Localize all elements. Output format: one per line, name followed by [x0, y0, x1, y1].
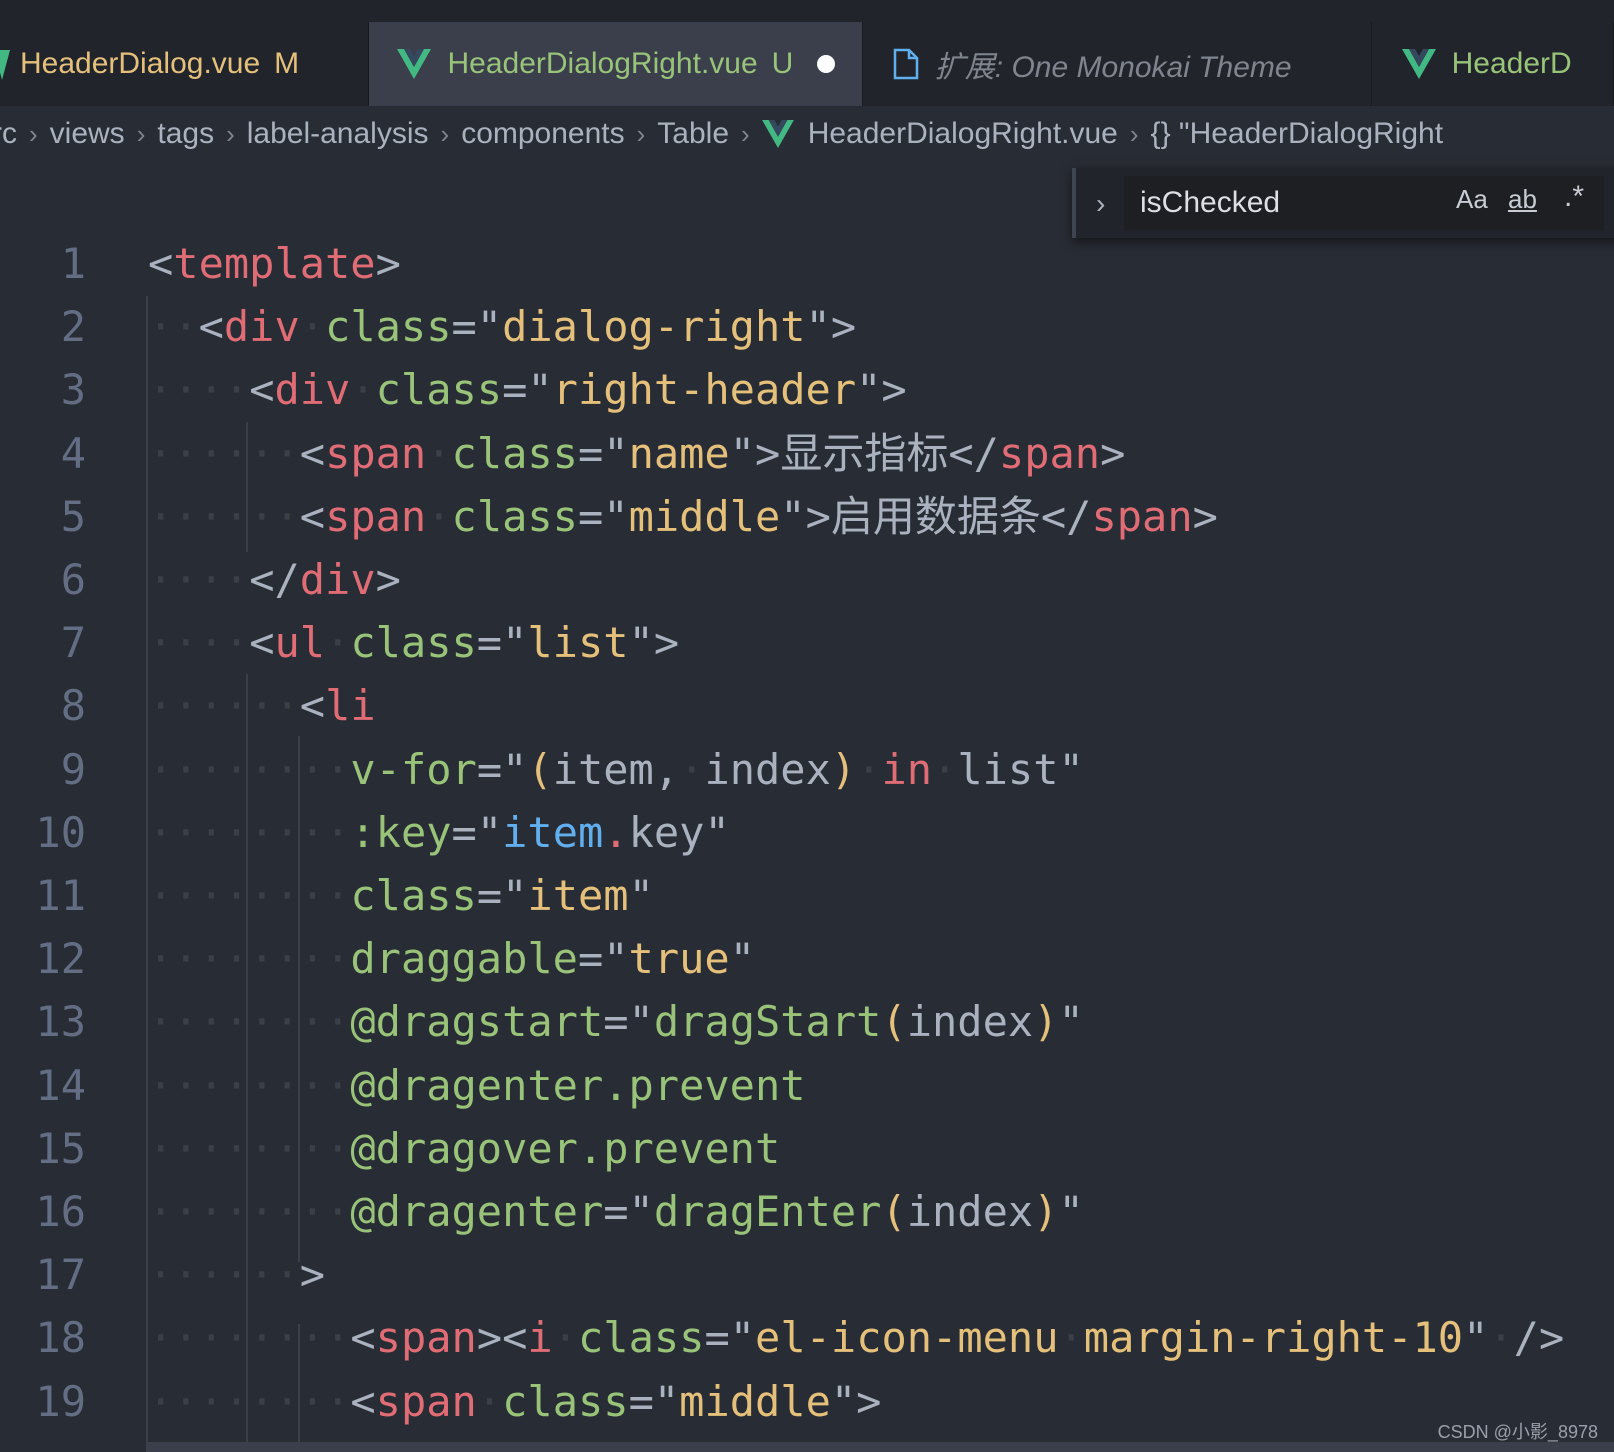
code-text: ········draggable="true" [148, 934, 755, 984]
line-number: 18 [35, 1313, 86, 1363]
line-number: 1 [60, 239, 86, 288]
code-text: ········@dragstart="dragStart(index)" [148, 997, 1084, 1047]
editor-window: HeaderDialog.vue M HeaderDialogRight.vue… [0, 0, 1614, 1452]
watermark: CSDN @小影_8978 [1437, 1422, 1598, 1442]
vue-icon [397, 49, 432, 79]
match-whole-word-toggle[interactable]: ab [1508, 184, 1537, 215]
chevron-right-icon: › [1129, 118, 1139, 149]
chevron-right-icon[interactable]: › [1096, 188, 1105, 220]
breadcrumb-item[interactable]: views [50, 117, 125, 151]
line-number: 9 [60, 744, 86, 794]
vue-icon [1401, 49, 1436, 79]
line-number: 4 [60, 428, 86, 478]
line-number: 3 [60, 365, 86, 415]
line-number: 17 [35, 1250, 86, 1300]
line-number: 12 [35, 934, 86, 984]
code-text: ····<ul·class="list"> [148, 618, 680, 668]
vue-icon [0, 50, 10, 80]
code-text: ······<span·class="middle">启用数据条</span> [148, 491, 1218, 541]
line-number: 2 [60, 302, 86, 352]
code-text: ········@dragover.prevent [148, 1123, 781, 1173]
breadcrumb-item[interactable]: {} "HeaderDialogRight [1151, 117, 1444, 151]
breadcrumb-item[interactable]: rc [0, 117, 17, 151]
match-case-toggle[interactable]: Aa [1456, 184, 1488, 215]
chevron-right-icon: › [440, 118, 450, 149]
unsaved-dot-icon[interactable] [817, 55, 836, 73]
tab-status-modified: M [274, 47, 300, 80]
code-text: ········@dragenter="dragEnter(index)" [148, 1187, 1084, 1236]
code-text: ········<span><i·class="el-icon-menu·mar… [148, 1313, 1565, 1363]
line-number: 14 [35, 1060, 86, 1110]
line-number: 7 [60, 618, 86, 668]
code-editor[interactable]: 1 <template> 2 ··<div·class="dialog-right">… [0, 239, 1614, 1452]
tab-bar: HeaderDialog.vue M HeaderDialogRight.vue… [0, 22, 1614, 106]
code-text: ····</div> [148, 555, 401, 604]
line-number: 8 [60, 681, 86, 731]
code-text: ······<li [148, 681, 376, 731]
vue-icon [761, 120, 794, 148]
code-text: ········<span·class="middle"> [148, 1376, 882, 1426]
title-strip [0, 0, 1614, 22]
breadcrumb-item[interactable]: tags [157, 117, 214, 151]
chevron-right-icon: › [741, 118, 750, 149]
chevron-right-icon: › [29, 118, 38, 149]
code-text: ··<div·class="dialog-right"> [148, 302, 857, 352]
horizontal-scrollbar[interactable] [146, 1442, 1614, 1452]
line-number: 15 [35, 1123, 86, 1173]
line-number: 5 [60, 491, 86, 541]
chevron-right-icon: › [136, 118, 146, 149]
code-text: ······<span·class="name">显示指标</span> [148, 428, 1126, 478]
code-text: ····<div·class="right-header"> [148, 365, 907, 415]
chevron-right-icon: › [636, 118, 646, 149]
tab-status-untracked: U [771, 47, 794, 80]
line-number: 10 [35, 807, 86, 857]
line-number: 16 [35, 1187, 86, 1236]
tab-header-dialog-right[interactable]: HeaderDialogRight.vue U [369, 22, 863, 106]
tab-label: HeaderDialog.vue [20, 47, 261, 80]
tab-label: 扩展: One Monokai Theme [934, 51, 1292, 84]
breadcrumb-item[interactable]: Table [657, 117, 729, 151]
file-icon [893, 48, 919, 80]
breadcrumb: rc › views › tags › label-analysis › com… [0, 110, 1443, 158]
breadcrumb-item[interactable]: HeaderDialogRight.vue [808, 117, 1118, 151]
code-text: ······> [148, 1250, 326, 1300]
code-text: ········@dragenter.prevent [148, 1060, 806, 1110]
use-regex-toggle[interactable]: .* [1564, 180, 1584, 214]
line-number: 6 [60, 555, 86, 604]
line-number: 19 [35, 1376, 86, 1426]
tab-header-d[interactable]: HeaderD [1372, 22, 1614, 106]
tab-header-dialog[interactable]: HeaderDialog.vue M [0, 22, 370, 106]
line-number: 11 [35, 871, 86, 920]
tab-label: HeaderD [1451, 47, 1572, 80]
breadcrumb-item[interactable]: label-analysis [247, 117, 429, 151]
chevron-right-icon: › [226, 118, 235, 149]
code-text: ········class="item" [148, 871, 654, 920]
tab-extension-theme[interactable]: 扩展: One Monokai Theme [863, 22, 1372, 106]
find-widget: › Aa ab .* [1072, 168, 1614, 238]
line-number: 13 [35, 997, 86, 1047]
code-text: ········:key="item.key" [148, 807, 730, 857]
breadcrumb-item[interactable]: components [461, 117, 624, 151]
code-text: ········v-for="(item,·index)·in·list" [148, 744, 1084, 794]
tab-label: HeaderDialogRight.vue [447, 47, 758, 80]
code-text: <template> [148, 239, 401, 288]
